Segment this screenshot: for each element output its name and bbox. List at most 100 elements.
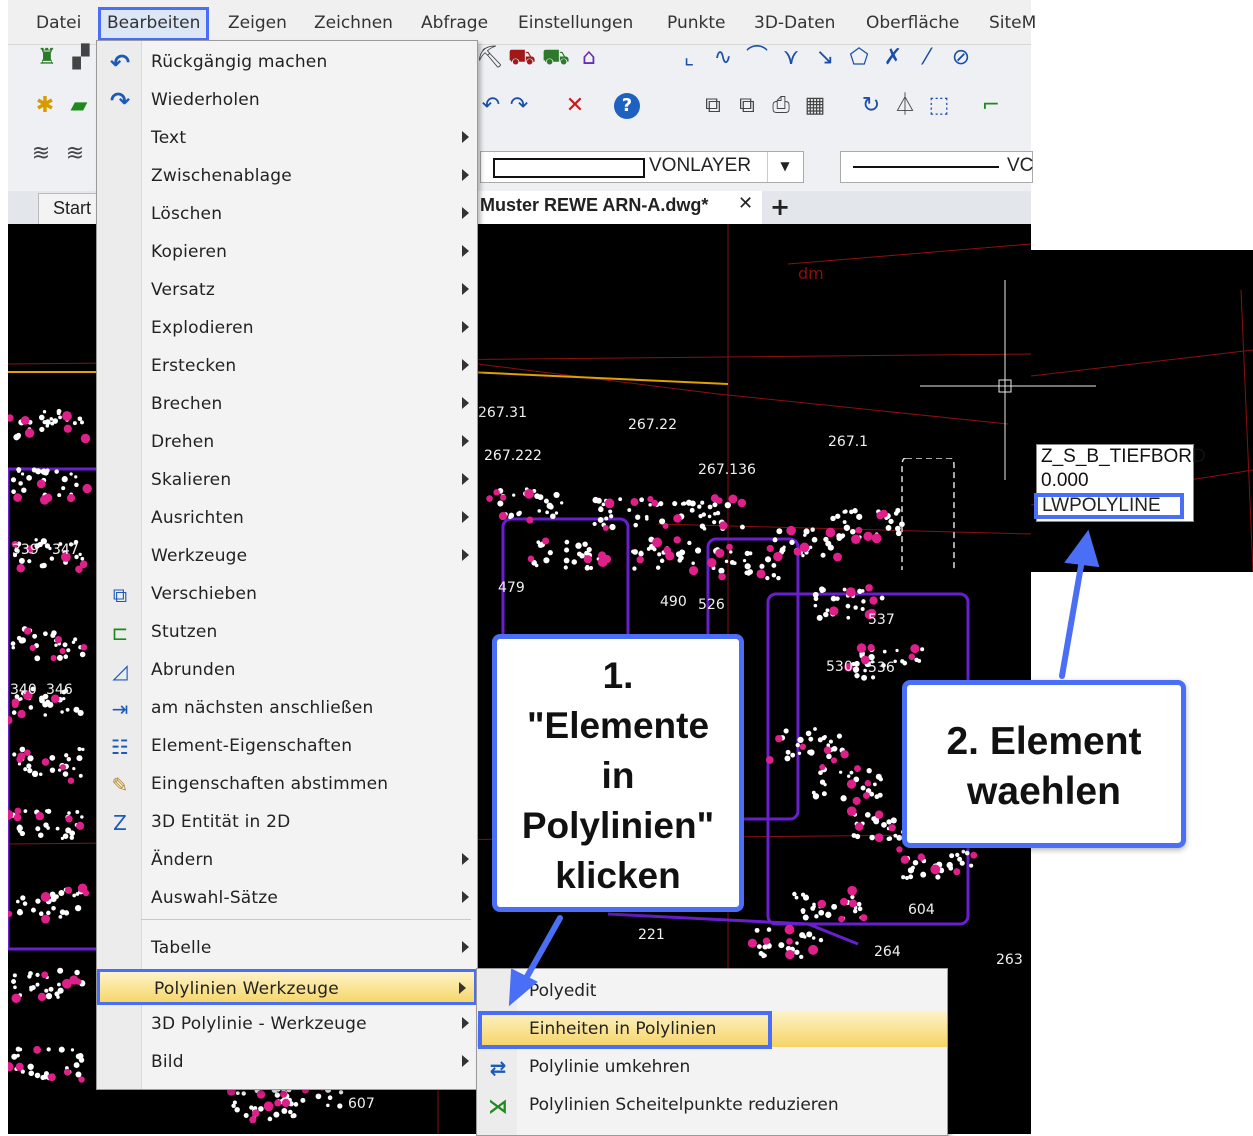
survey-point <box>67 811 71 815</box>
arc-tool-icon[interactable]: ⌒ <box>744 45 770 71</box>
layer-stack-icon[interactable]: ≋ <box>28 141 54 167</box>
rotate-icon[interactable]: ↻ <box>858 93 884 119</box>
truck-icon[interactable]: ⛟ <box>542 45 570 71</box>
open-file-icon[interactable]: ▰ <box>66 93 92 119</box>
angle-tool-icon[interactable]: ⋎ <box>778 45 804 71</box>
survey-point <box>908 874 914 880</box>
menu-item-kopieren[interactable]: Kopieren <box>97 235 477 271</box>
selected-polyline[interactable] <box>898 458 958 578</box>
menu-item-verschieben[interactable]: ⧉ Verschieben <box>97 577 477 613</box>
redo-toolbar-icon[interactable]: ↷ <box>506 93 532 119</box>
cart-icon[interactable]: ⛟ <box>508 45 536 71</box>
survey-point <box>825 608 830 613</box>
menu-item-versatz[interactable]: Versatz <box>97 273 477 309</box>
submenu-polylinie-umkehren[interactable]: ⇄ Polylinie umkehren <box>477 1049 947 1085</box>
menu-3d-daten[interactable]: 3D-Daten <box>754 9 835 37</box>
submenu-polyedit[interactable]: Polyedit <box>477 973 947 1009</box>
undo-toolbar-icon[interactable]: ↶ <box>478 93 504 119</box>
flatten-icon: Z <box>113 811 127 835</box>
survey-point <box>16 434 21 439</box>
spline-tool-icon[interactable]: ∿ <box>710 45 736 71</box>
house-icon[interactable]: ⌂ <box>576 45 602 71</box>
layer-state-icon[interactable]: ≋ <box>62 141 88 167</box>
chevron-down-icon[interactable]: ▼ <box>767 152 802 182</box>
menu-item-drehen[interactable]: Drehen <box>97 425 477 461</box>
survey-point <box>235 1091 240 1095</box>
menu-punkte[interactable]: Punkte <box>667 9 725 37</box>
menu-item-erstecken[interactable]: Erstecken <box>97 349 477 385</box>
mirror-icon[interactable]: ⏃ <box>892 93 918 119</box>
menu-item-werkzeuge[interactable]: Werkzeuge <box>97 539 477 575</box>
menu-abfrage[interactable]: Abfrage <box>421 9 488 37</box>
menu-item-explodieren[interactable]: Explodieren <box>97 311 477 347</box>
close-icon[interactable]: ✕ <box>738 193 753 214</box>
scale-icon[interactable]: ⬚ <box>926 93 952 119</box>
new-file-icon[interactable]: ✱ <box>32 93 58 119</box>
menu-zeigen[interactable]: Zeigen <box>228 9 287 37</box>
menu-item-bild[interactable]: Bild <box>97 1045 477 1081</box>
menu-item-ändern[interactable]: Ändern <box>97 843 477 879</box>
menu-bearbeiten[interactable]: Bearbeiten <box>98 7 210 41</box>
lineweight-select[interactable]: VC <box>840 151 1033 183</box>
array-icon[interactable]: ▦ <box>802 93 828 119</box>
menu-item-wiederholen[interactable]: ↷ Wiederholen <box>97 83 477 119</box>
menu-item-löschen[interactable]: Löschen <box>97 197 477 233</box>
menu-einstellungen[interactable]: Einstellungen <box>518 9 633 37</box>
survey-point <box>864 811 871 818</box>
survey-point <box>700 500 705 505</box>
mirror-copy-icon[interactable]: ⧉ <box>734 93 760 119</box>
menu-item-brechen[interactable]: Brechen <box>97 387 477 423</box>
survey-point <box>879 595 885 601</box>
survey-point <box>73 1062 80 1069</box>
menu-item-3d-entität-in-2d[interactable]: Z 3D Entität in 2D <box>97 805 477 841</box>
add-tab-icon[interactable]: + <box>770 193 790 221</box>
menu-item-abrunden[interactable]: ◿ Abrunden <box>97 653 477 689</box>
menu-item-rückgängig-machen[interactable]: ↶ Rückgängig machen <box>97 45 477 81</box>
survey-marker <box>747 938 757 948</box>
delete-icon[interactable]: ✕ <box>562 93 588 119</box>
menu-datei[interactable]: Datei <box>36 9 81 37</box>
menu-item-element-eigenschaften[interactable]: ☷ Element-Eigenschaften <box>97 729 477 765</box>
polyline-tool-icon[interactable]: ⌞ <box>676 45 702 71</box>
menu-item-ausrichten[interactable]: Ausrichten <box>97 501 477 537</box>
survey-marker <box>636 556 644 564</box>
survey-point <box>792 891 797 897</box>
survey-marker <box>597 557 608 567</box>
circle-slash-icon[interactable]: ⊘ <box>948 45 974 71</box>
menu-site[interactable]: SiteM <box>989 9 1036 37</box>
linetype-select[interactable]: VONLAYER ▼ <box>480 151 804 183</box>
survey-point <box>747 569 753 575</box>
help-icon[interactable]: ? <box>614 93 640 119</box>
menu-item-eingenschaften-abstimmen[interactable]: ✎ Eingenschaften abstimmen <box>97 767 477 803</box>
excavator-icon[interactable]: ⛏ <box>476 45 504 71</box>
survey-point <box>564 547 570 553</box>
menu-item-auswahl-sätze[interactable]: Auswahl-Sätze <box>97 881 477 917</box>
tab-document[interactable]: Muster REWE ARN-A.dwg* ✕ <box>472 191 762 224</box>
menu-item-polylinien-werkzeuge[interactable]: Polylinien Werkzeuge <box>97 969 477 1005</box>
menu-item-3d-polylinie-werkzeuge[interactable]: 3D Polylinie - Werkzeuge <box>97 1007 477 1043</box>
survey-point <box>80 815 84 819</box>
survey-point <box>21 487 27 493</box>
menu-item-tabelle[interactable]: Tabelle <box>97 931 477 967</box>
slash-tool-icon[interactable]: ⁄ <box>914 45 940 71</box>
copy-tool-icon[interactable]: ⧉ <box>700 93 726 119</box>
layer-tool-icon[interactable]: ▞ <box>68 45 94 71</box>
menu-item-stutzen[interactable]: ⊏ Stutzen <box>97 615 477 651</box>
survey-point <box>744 563 751 570</box>
menu-zeichnen[interactable]: Zeichnen <box>314 9 393 37</box>
survey-point <box>12 752 17 757</box>
survey-point <box>35 972 40 978</box>
stretch-icon[interactable]: ⌐ <box>978 93 1004 119</box>
menu-item-text[interactable]: Text <box>97 121 477 157</box>
menu-item-skalieren[interactable]: Skalieren <box>97 463 477 499</box>
menu-oberflaeche[interactable]: Oberfläche <box>866 9 959 37</box>
line-tool-icon[interactable]: ↘ <box>812 45 838 71</box>
cross-tool-icon[interactable]: ✗ <box>880 45 906 71</box>
submenu-scheitelpunkte-reduzieren[interactable]: ⋊ Polylinien Scheitelpunkte reduzieren <box>477 1087 947 1123</box>
stamp-icon[interactable]: ⎙ <box>768 93 794 119</box>
submenu-arrow-icon <box>462 207 469 219</box>
menu-item-zwischenablage[interactable]: Zwischenablage <box>97 159 477 195</box>
survey-icon[interactable]: ♜ <box>34 45 60 71</box>
polygon-tool-icon[interactable]: ⬠ <box>846 45 872 71</box>
menu-item-am-nächsten-anschließen[interactable]: ⇥ am nächsten anschließen <box>97 691 477 727</box>
